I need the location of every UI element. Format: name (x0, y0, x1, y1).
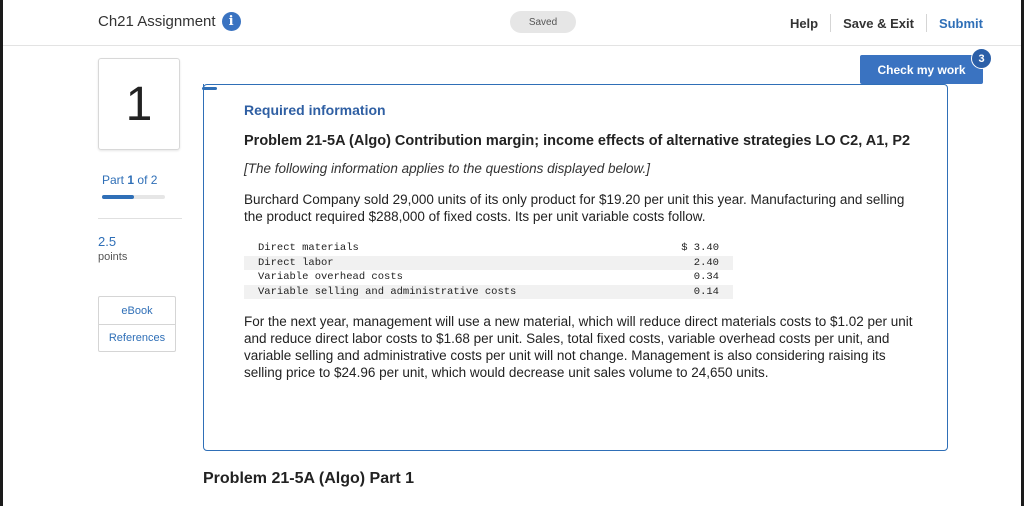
saved-status-badge: Saved (510, 11, 576, 33)
left-divider (98, 218, 182, 219)
table-row: Direct labor 2.40 (244, 255, 733, 270)
points-value: 2.5 (98, 234, 117, 249)
required-information-content: Required information Problem 21-5A (Algo… (244, 102, 924, 381)
table-row: Variable overhead costs 0.34 (244, 270, 733, 285)
applies-note: [The following information applies to th… (244, 161, 650, 176)
top-header: Ch21 Assignment i Saved Help Save & Exit… (3, 0, 1021, 46)
part-progress-bar (102, 195, 165, 199)
cost-amount: 0.14 (641, 284, 733, 299)
save-exit-link[interactable]: Save & Exit (831, 16, 926, 31)
part-prefix: Part (102, 173, 125, 187)
problem-title: Problem 21-5A (Algo) Contribution margin… (244, 133, 911, 149)
cost-label: Direct materials (258, 242, 359, 255)
assignment-title: Ch21 Assignment i (98, 12, 241, 31)
question-number: 1 (98, 58, 180, 150)
table-row: Direct materials $ 3.40 (244, 241, 733, 256)
cost-label: Direct labor (244, 255, 642, 270)
cost-label: Variable selling and administrative cost… (244, 284, 642, 299)
part-heading: Problem 21-5A (Algo) Part 1 (203, 470, 415, 487)
check-my-work-button[interactable]: Check my work (860, 55, 983, 84)
left-window-edge (0, 0, 3, 506)
cost-amount: $ 3.40 (681, 242, 719, 255)
part-suffix: of 2 (137, 173, 158, 187)
required-info-heading: Required information (244, 102, 386, 118)
cost-amount: 0.34 (693, 271, 719, 284)
part-progress-fill (102, 195, 134, 199)
variable-costs-table: Direct materials $ 3.40 Direct labor 2.4… (244, 241, 733, 299)
table-row: Variable selling and administrative cost… (244, 284, 733, 299)
checks-remaining-badge: 3 (971, 48, 992, 69)
ebook-button[interactable]: eBook (99, 297, 175, 324)
intro-paragraph: Burchard Company sold 29,000 units of it… (244, 192, 905, 224)
help-link[interactable]: Help (778, 16, 830, 31)
followup-paragraph: For the next year, management will use a… (244, 314, 913, 380)
info-icon[interactable]: i (221, 12, 241, 31)
cost-label: Variable overhead costs (258, 271, 403, 284)
references-button[interactable]: References (99, 324, 175, 351)
points-label: points (98, 251, 128, 263)
cost-amount: 2.40 (641, 255, 733, 270)
submit-link[interactable]: Submit (927, 16, 983, 31)
resource-links: eBook References (98, 296, 176, 352)
page-frame: Ch21 Assignment i Saved Help Save & Exit… (0, 0, 1024, 506)
part-indicator: Part 1 of 2 (102, 173, 157, 187)
panel-collapse-marker (202, 84, 217, 96)
header-nav: Help Save & Exit Submit (778, 14, 983, 32)
assignment-title-text: Ch21 Assignment (98, 13, 216, 30)
part-current: 1 (127, 173, 135, 187)
